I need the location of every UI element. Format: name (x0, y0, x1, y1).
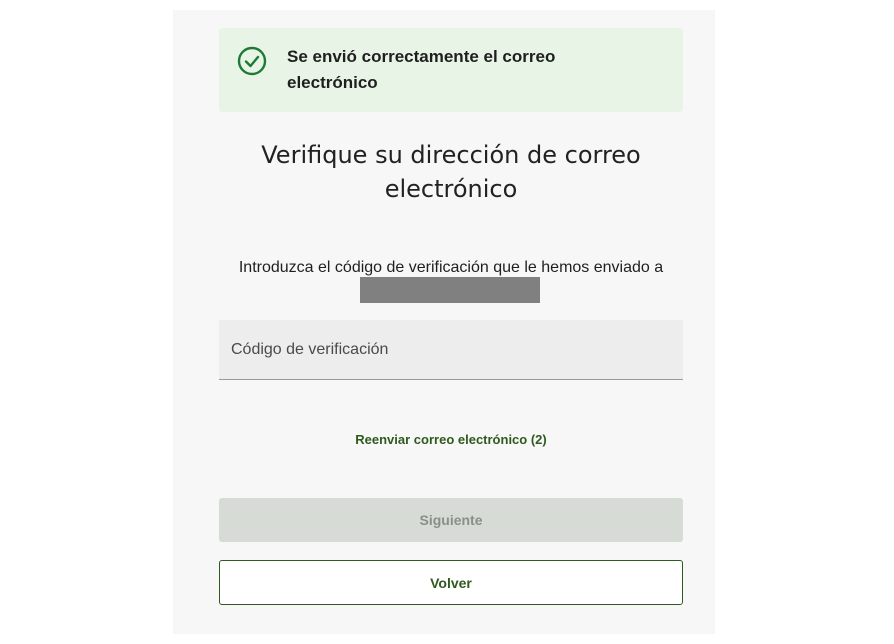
verification-code-input[interactable] (219, 320, 683, 380)
next-button[interactable]: Siguiente (219, 498, 683, 542)
page-title: Verifique su dirección de correo electró… (261, 141, 641, 203)
redacted-email (360, 277, 540, 303)
verification-card: Se envió correctamente el correo electró… (173, 10, 715, 634)
alert-message: Se envió correctamente el correo electró… (287, 47, 556, 92)
success-alert: Se envió correctamente el correo electró… (219, 28, 683, 112)
instructions-text: Introduzca el código de verificación que… (238, 259, 664, 276)
resend-email-link[interactable]: Reenviar correo electrónico (2) (219, 432, 683, 447)
check-circle-icon (237, 46, 267, 76)
back-button[interactable]: Volver (219, 560, 683, 605)
